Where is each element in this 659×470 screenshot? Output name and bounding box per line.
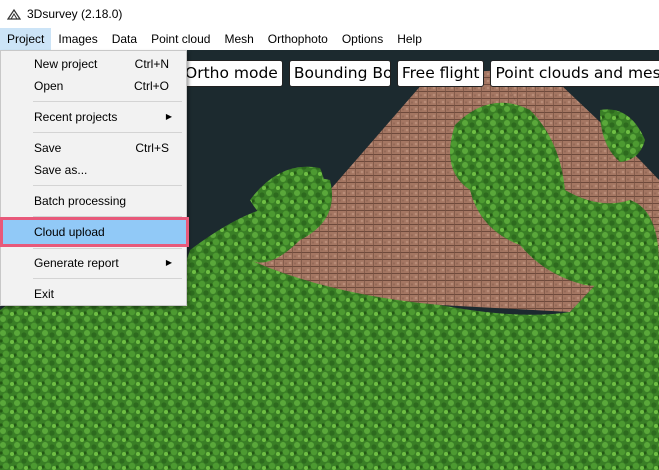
submenu-arrow-icon: ▶ — [165, 258, 172, 267]
new-project-label: New project — [34, 57, 98, 71]
menu-item-generate-report[interactable]: Generate report ▶ — [4, 252, 184, 274]
menu-separator — [33, 278, 182, 279]
save-label: Save — [34, 141, 62, 155]
menu-item-recent-projects[interactable]: Recent projects ▶ — [4, 106, 184, 128]
menu-item-save-as[interactable]: Save as... — [4, 159, 184, 181]
menu-point-cloud[interactable]: Point cloud — [144, 28, 217, 50]
open-shortcut: Ctrl+O — [133, 79, 169, 93]
generate-report-label: Generate report — [34, 256, 119, 270]
new-project-shortcut: Ctrl+N — [134, 57, 169, 71]
menu-options[interactable]: Options — [335, 28, 390, 50]
ortho-mode-button[interactable]: Ortho mode — [180, 60, 283, 87]
menu-item-open[interactable]: Open Ctrl+O — [4, 75, 184, 97]
point-clouds-and-meshes-button[interactable]: Point clouds and meshes — [490, 60, 659, 87]
menu-help[interactable]: Help — [390, 28, 429, 50]
menu-item-save[interactable]: Save Ctrl+S — [4, 137, 184, 159]
menu-item-exit[interactable]: Exit — [4, 283, 184, 305]
menu-item-cloud-upload[interactable]: Cloud upload — [0, 217, 189, 247]
app-logo-icon — [7, 8, 21, 20]
menu-separator — [33, 101, 182, 102]
menu-separator — [33, 216, 182, 217]
project-menu-dropdown: New project Ctrl+N Open Ctrl+O Recent pr… — [0, 50, 189, 306]
menu-item-batch-processing[interactable]: Batch processing — [4, 190, 184, 212]
exit-label: Exit — [34, 287, 55, 301]
menu-item-new-project[interactable]: New project Ctrl+N — [4, 53, 184, 75]
menu-separator — [33, 248, 182, 249]
submenu-arrow-icon: ▶ — [165, 112, 172, 121]
view-mode-toolbar: Ortho mode Bounding Box Free flight Poin… — [180, 60, 659, 87]
bounding-box-button[interactable]: Bounding Box — [288, 60, 391, 87]
title-bar: 3Dsurvey (2.18.0) — [0, 0, 659, 28]
menu-separator — [33, 132, 182, 133]
recent-projects-label: Recent projects — [34, 110, 118, 124]
menu-separator — [33, 185, 182, 186]
menu-data[interactable]: Data — [105, 28, 144, 50]
menu-mesh[interactable]: Mesh — [217, 28, 260, 50]
menu-bar: Project Images Data Point cloud Mesh Ort… — [0, 28, 659, 50]
open-label: Open — [34, 79, 64, 93]
save-as-label: Save as... — [34, 163, 88, 177]
save-shortcut: Ctrl+S — [135, 141, 169, 155]
menu-orthophoto[interactable]: Orthophoto — [261, 28, 335, 50]
batch-processing-label: Batch processing — [34, 194, 127, 208]
cloud-upload-label: Cloud upload — [34, 225, 105, 239]
menu-project[interactable]: Project — [0, 28, 52, 50]
window-title: 3Dsurvey (2.18.0) — [27, 7, 123, 21]
free-flight-button[interactable]: Free flight — [396, 60, 485, 87]
menu-images[interactable]: Images — [51, 28, 104, 50]
